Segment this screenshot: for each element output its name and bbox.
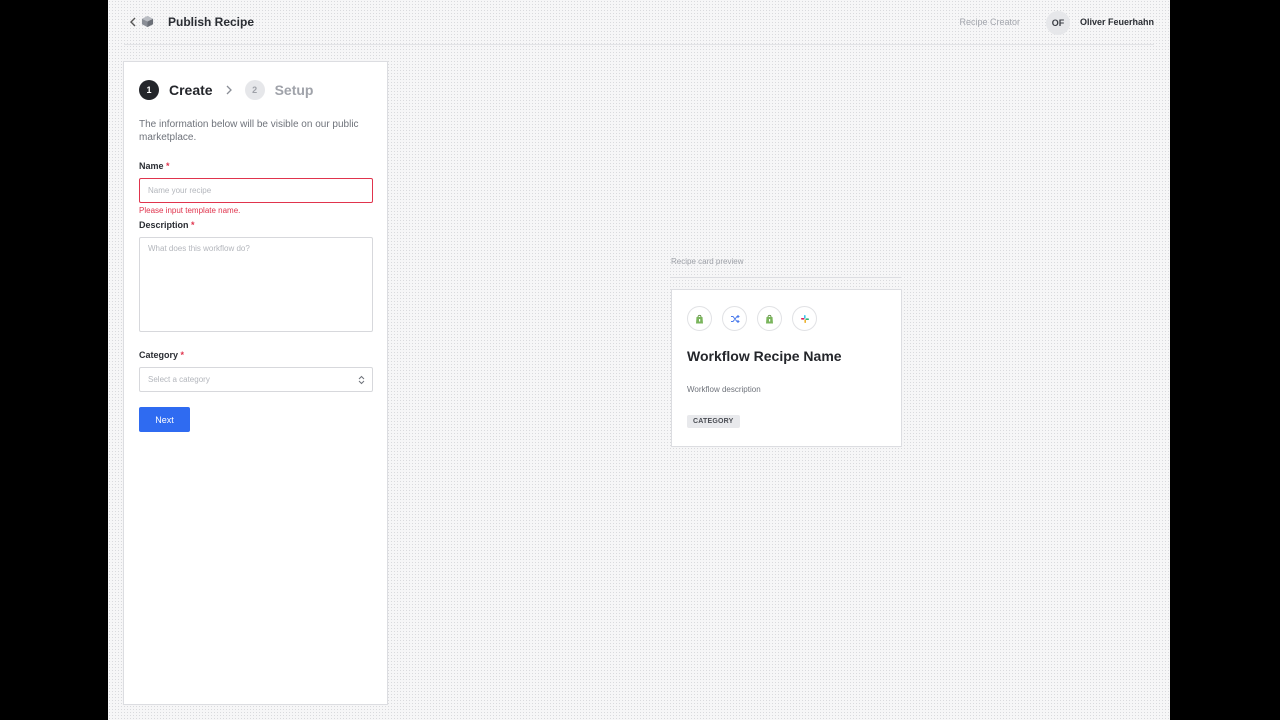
category-select[interactable]: Select a category — [139, 367, 373, 392]
preview-label: Recipe card preview — [671, 257, 744, 266]
chevron-left-icon[interactable] — [126, 14, 140, 30]
preview-divider — [671, 277, 902, 278]
required-marker: * — [191, 220, 195, 230]
category-label: Category * — [139, 350, 184, 360]
step-indicator: 1 Create 2 Setup — [139, 80, 313, 100]
recipe-card-preview: Workflow Recipe Name Workflow descriptio… — [671, 289, 902, 447]
step-1-number: 1 — [139, 80, 159, 100]
card-title: Workflow Recipe Name — [687, 348, 842, 364]
required-marker: * — [166, 161, 170, 171]
page-title: Publish Recipe — [168, 15, 255, 29]
category-select-value: Select a category — [148, 375, 210, 384]
cube-logo-icon — [141, 15, 154, 28]
shopify-icon — [757, 306, 782, 331]
step-2-label: Setup — [274, 82, 314, 98]
step-2-number: 2 — [244, 80, 265, 100]
shuffle-icon — [722, 306, 747, 331]
shopify-icon — [687, 306, 712, 331]
slack-icon — [792, 306, 817, 331]
card-description: Workflow description — [687, 385, 761, 394]
name-label: Name * — [139, 161, 170, 171]
category-label-text: Category — [139, 350, 179, 360]
required-marker: * — [180, 350, 185, 360]
role-label: Recipe Creator — [959, 17, 1020, 27]
chevron-right-icon — [226, 85, 232, 95]
description-label-text: Description — [139, 220, 189, 230]
next-button[interactable]: Next — [139, 407, 190, 432]
form-intro-text: The information below will be visible on… — [139, 119, 359, 143]
top-bar: Publish Recipe Recipe Creator OF Oliver … — [124, 0, 1154, 45]
app-icons-row — [687, 306, 827, 331]
name-input[interactable]: Name your recipe — [139, 178, 373, 203]
description-textarea[interactable]: What does this workflow do? — [139, 237, 373, 332]
user-name[interactable]: Oliver Feuerhahn — [1080, 17, 1154, 27]
publish-form-panel: 1 Create 2 Setup The information below w… — [123, 61, 388, 705]
step-1-label: Create — [169, 82, 213, 98]
app-window: Publish Recipe Recipe Creator OF Oliver … — [108, 0, 1170, 720]
name-label-text: Name — [139, 161, 164, 171]
avatar[interactable]: OF — [1046, 11, 1070, 35]
category-badge: CATEGORY — [687, 415, 740, 428]
select-arrows-icon — [358, 375, 365, 385]
description-label: Description * — [139, 220, 195, 230]
name-error-message: Please input template name. — [139, 206, 241, 215]
